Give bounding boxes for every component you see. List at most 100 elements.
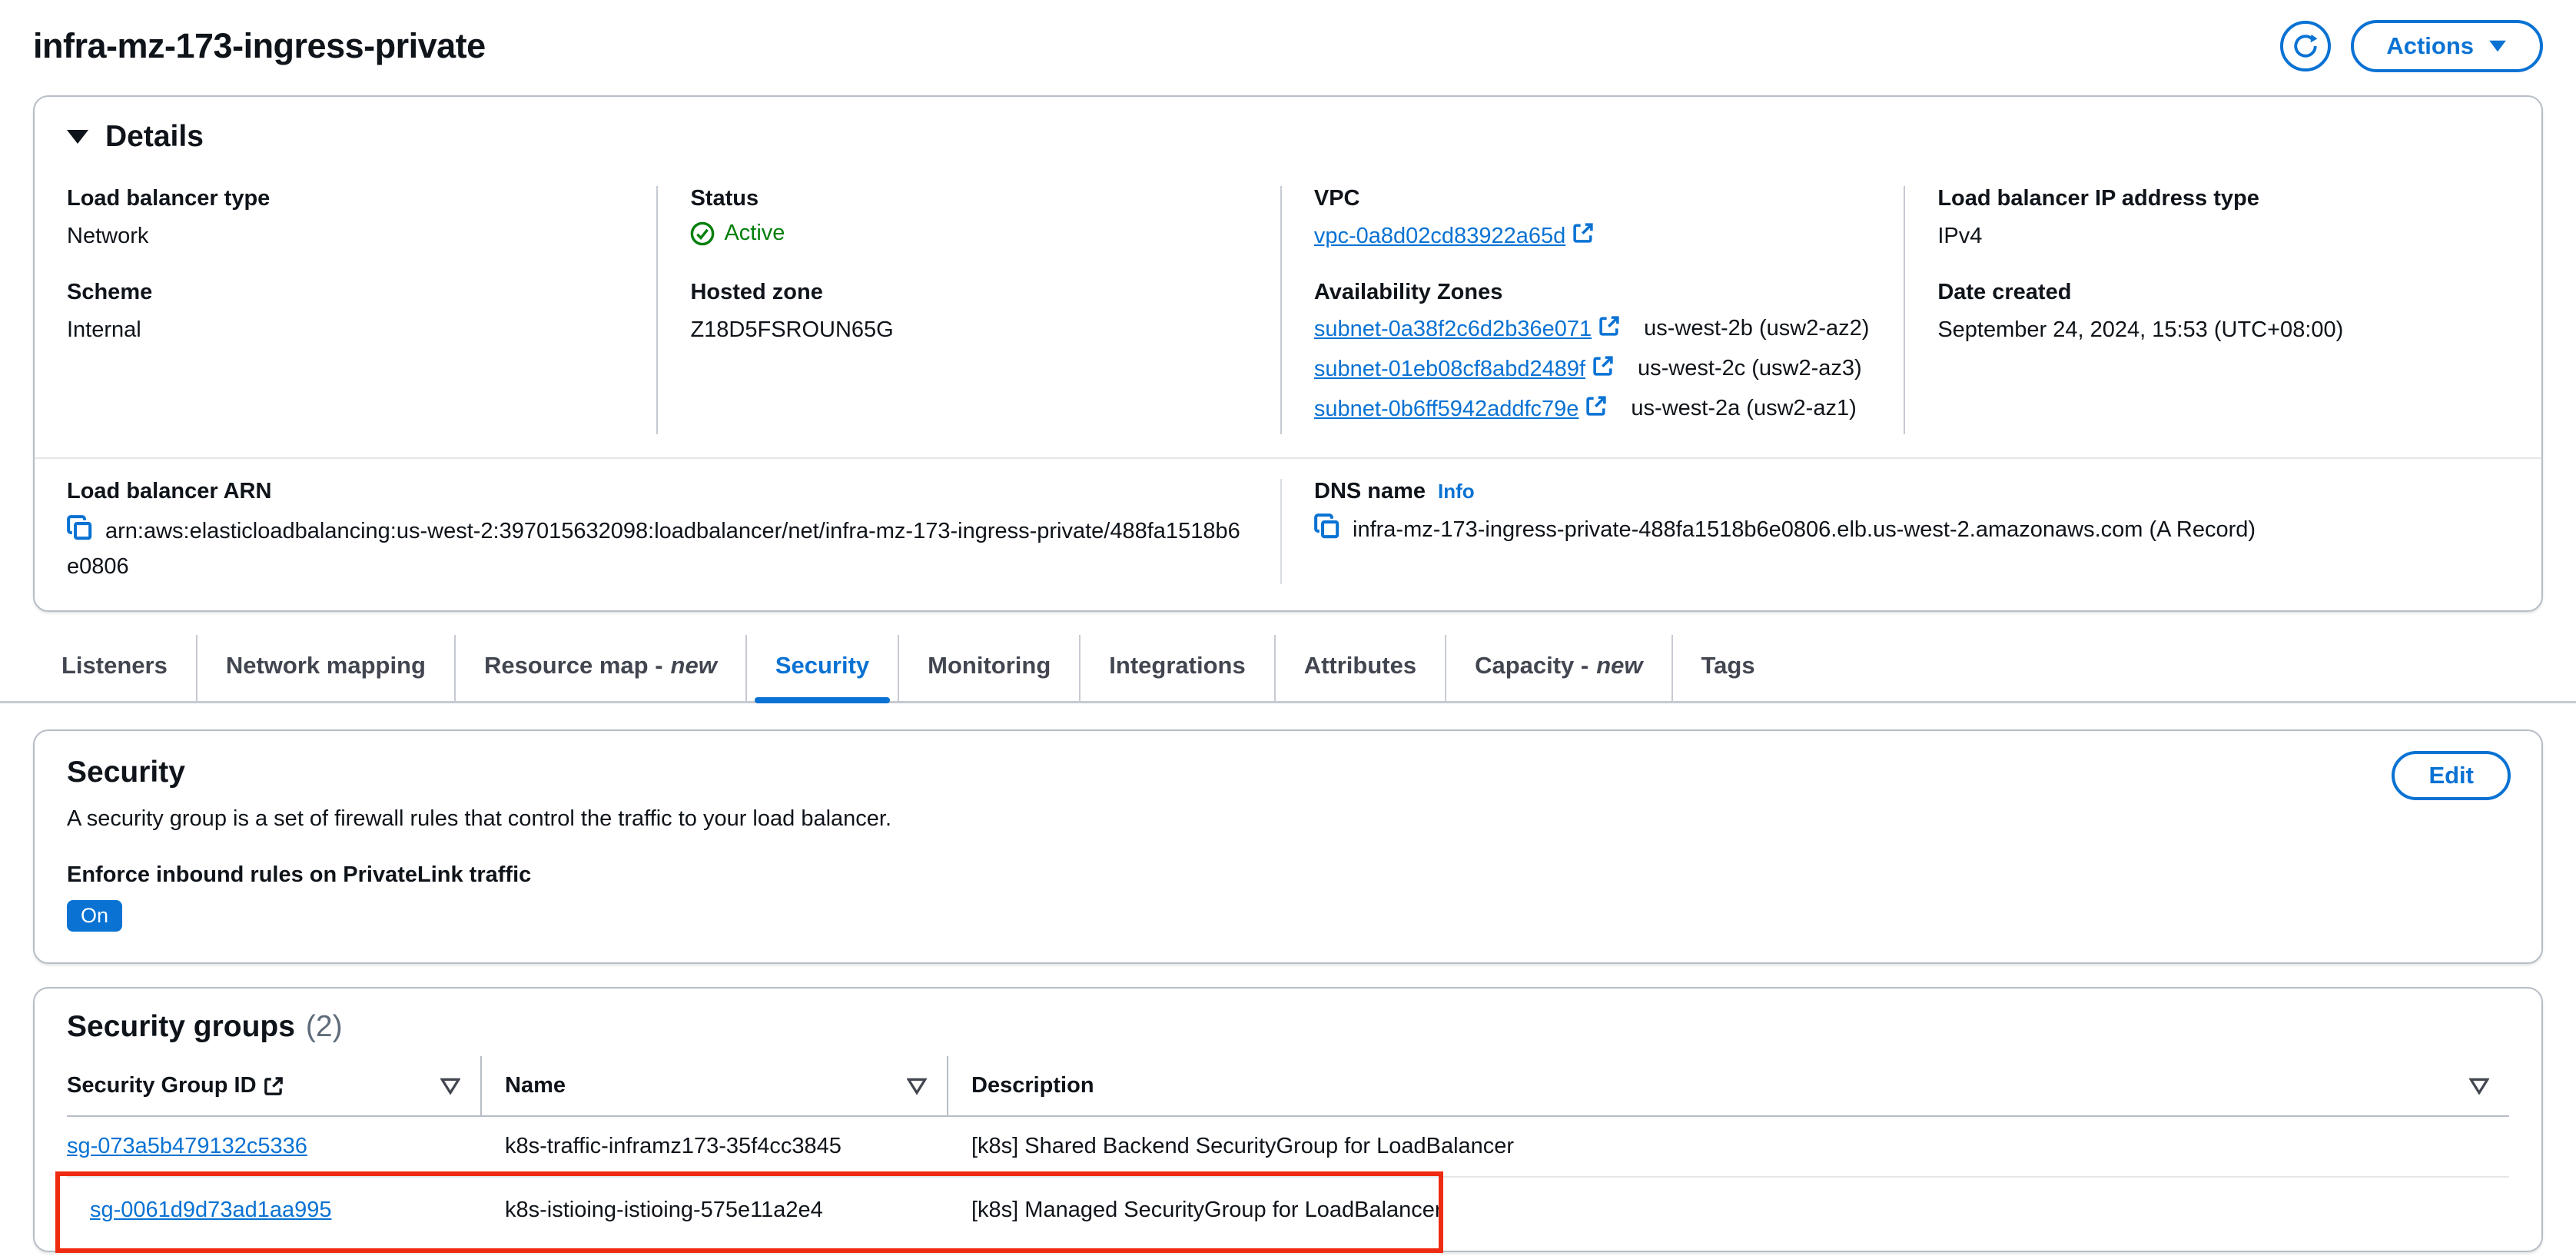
field-value: Z18D5FSROUN65G	[690, 317, 894, 342]
field-status: Status Active	[690, 186, 1249, 280]
details-column-2: Status Active Hosted zone Z18D5FSROUN65G	[658, 186, 1282, 434]
field-vpc: VPC vpc-0a8d02cd83922a65d	[1314, 186, 1873, 280]
table-row: sg-073a5b479132c5336 k8s-traffic-inframz…	[67, 1117, 2509, 1176]
security-group-description: [k8s] Shared Backend SecurityGroup for L…	[971, 1134, 1515, 1158]
az-zone-label: us-west-2c (usw2-az3)	[1638, 355, 1862, 380]
field-value: Network	[67, 224, 149, 248]
az-row: subnet-0a38f2c6d2b36e071 us-west-2b (usw…	[1314, 314, 1873, 342]
edit-button[interactable]: Edit	[2392, 751, 2511, 800]
tab-integrations[interactable]: Integrations	[1079, 635, 1273, 701]
tab-attributes[interactable]: Attributes	[1273, 635, 1445, 701]
refresh-button[interactable]	[2280, 21, 2332, 71]
actions-button[interactable]: Actions	[2351, 20, 2543, 72]
field-label: Load balancer type	[67, 186, 271, 211]
dns-text: infra-mz-173-ingress-private-488fa1518b6…	[1353, 517, 2256, 542]
tab-capacity[interactable]: Capacity - new	[1445, 635, 1671, 701]
field-ip-address-type: Load balancer IP address type IPv4	[1937, 186, 2511, 280]
field-label: Date created	[1937, 280, 2072, 304]
field-value: IPv4	[1937, 224, 1983, 248]
details-column-3: VPC vpc-0a8d02cd83922a65d Availability Z…	[1282, 186, 1906, 434]
vpc-link[interactable]: vpc-0a8d02cd83922a65d	[1314, 224, 1565, 248]
caret-down-icon	[2488, 39, 2508, 53]
privatelink-status-badge: On	[67, 900, 123, 932]
field-value: Internal	[67, 317, 141, 342]
copy-icon[interactable]	[67, 515, 93, 541]
security-groups-table: Security Group ID Name Description sg-07…	[35, 1056, 2541, 1253]
tab-security[interactable]: Security	[745, 635, 898, 703]
page-title: infra-mz-173-ingress-private	[33, 26, 486, 65]
subnet-link[interactable]: subnet-0a38f2c6d2b36e071	[1314, 317, 1592, 341]
external-link-icon	[1585, 394, 1608, 417]
status-value: Active	[690, 221, 1249, 246]
column-header-description[interactable]: Description	[948, 1056, 2509, 1115]
tab-tags[interactable]: Tags	[1671, 635, 1784, 701]
field-load-balancer-arn: Load balancer ARN arn:aws:elasticloadbal…	[35, 479, 1282, 584]
column-header-name[interactable]: Name	[482, 1056, 948, 1115]
sort-icon[interactable]	[440, 1078, 460, 1095]
tab-bar: Listeners Network mapping Resource map -…	[0, 635, 2576, 703]
security-group-link[interactable]: sg-0061d9d73ad1aa995	[90, 1198, 331, 1222]
security-description: A security group is a set of firewall ru…	[67, 806, 892, 831]
details-grid: Load balancer type Network Scheme Intern…	[35, 160, 2541, 457]
field-hosted-zone: Hosted zone Z18D5FSROUN65G	[690, 280, 1249, 345]
security-groups-panel: Security groups (2) Security Group ID Na…	[33, 987, 2543, 1253]
field-label: Status	[690, 186, 759, 211]
security-group-name: k8s-traffic-inframz173-35f4cc3845	[505, 1134, 842, 1158]
external-link-icon	[263, 1075, 284, 1097]
status-text: Active	[724, 221, 785, 245]
security-panel: Security Edit A security group is a set …	[33, 729, 2543, 964]
field-label: DNS name	[1314, 479, 1426, 503]
details-expander[interactable]: Details	[35, 97, 2541, 160]
page-header: infra-mz-173-ingress-private Actions	[33, 20, 2543, 72]
field-label: Availability Zones	[1313, 280, 1503, 304]
field-date-created: Date created September 24, 2024, 15:53 (…	[1937, 280, 2511, 345]
sort-icon[interactable]	[907, 1078, 927, 1095]
dns-value: infra-mz-173-ingress-private-488fa1518b6…	[1314, 512, 2511, 547]
tab-network-mapping[interactable]: Network mapping	[195, 635, 454, 701]
field-value: September 24, 2024, 15:53 (UTC+08:00)	[1937, 317, 2344, 342]
security-group-link[interactable]: sg-073a5b479132c5336	[67, 1134, 307, 1158]
table-header-row: Security Group ID Name Description	[67, 1056, 2509, 1117]
external-link-icon	[1592, 354, 1615, 377]
az-zone-label: us-west-2a (usw2-az1)	[1631, 395, 1857, 420]
details-column-1: Load balancer type Network Scheme Intern…	[35, 186, 659, 434]
header-actions: Actions	[2280, 20, 2543, 72]
new-badge: new	[1596, 652, 1643, 679]
az-row: subnet-01eb08cf8abd2489f us-west-2c (usw…	[1314, 354, 1873, 382]
page-content: infra-mz-173-ingress-private Actions Det…	[0, 20, 2576, 612]
security-title: Security	[67, 756, 185, 789]
arn-value: arn:aws:elasticloadbalancing:us-west-2:3…	[67, 513, 1250, 584]
tab-monitoring[interactable]: Monitoring	[898, 635, 1079, 701]
column-header-security-group-id[interactable]: Security Group ID	[67, 1056, 482, 1115]
tab-resource-map[interactable]: Resource map - new	[453, 635, 745, 701]
az-zone-label: us-west-2b (usw2-az2)	[1644, 315, 1870, 341]
details-bottom-row: Load balancer ARN arn:aws:elasticloadbal…	[35, 459, 2541, 610]
external-link-icon	[1572, 221, 1595, 244]
check-circle-icon	[690, 221, 715, 246]
details-column-4: Load balancer IP address type IPv4 Date …	[1905, 186, 2541, 434]
new-badge: new	[670, 652, 717, 679]
external-link-icon	[1598, 314, 1621, 337]
privatelink-label: Enforce inbound rules on PrivateLink tra…	[67, 862, 532, 887]
az-row: subnet-0b6ff5942addfc79e us-west-2a (usw…	[1314, 394, 1873, 422]
security-groups-title: Security groups	[67, 1010, 295, 1043]
field-label: Scheme	[67, 280, 153, 304]
actions-button-label: Actions	[2386, 32, 2474, 59]
field-label: Hosted zone	[690, 280, 823, 304]
subnet-link[interactable]: subnet-01eb08cf8abd2489f	[1314, 357, 1585, 381]
subnet-link[interactable]: subnet-0b6ff5942addfc79e	[1314, 397, 1579, 421]
details-title: Details	[105, 120, 204, 153]
dns-info-link[interactable]: Info	[1438, 480, 1475, 503]
sort-icon[interactable]	[2469, 1078, 2489, 1095]
refresh-icon	[2292, 32, 2319, 60]
field-label: Load balancer IP address type	[1937, 186, 2259, 211]
field-label: VPC	[1313, 186, 1360, 211]
field-label: Load balancer ARN	[67, 479, 272, 503]
security-groups-count: (2)	[305, 1010, 343, 1043]
security-groups-header: Security groups (2)	[35, 1010, 2541, 1044]
tab-listeners[interactable]: Listeners	[33, 635, 196, 701]
copy-icon[interactable]	[1314, 513, 1340, 540]
field-load-balancer-type: Load balancer type Network	[67, 186, 626, 280]
field-availability-zones: Availability Zones subnet-0a38f2c6d2b36e…	[1314, 280, 1873, 422]
field-scheme: Scheme Internal	[67, 280, 626, 345]
